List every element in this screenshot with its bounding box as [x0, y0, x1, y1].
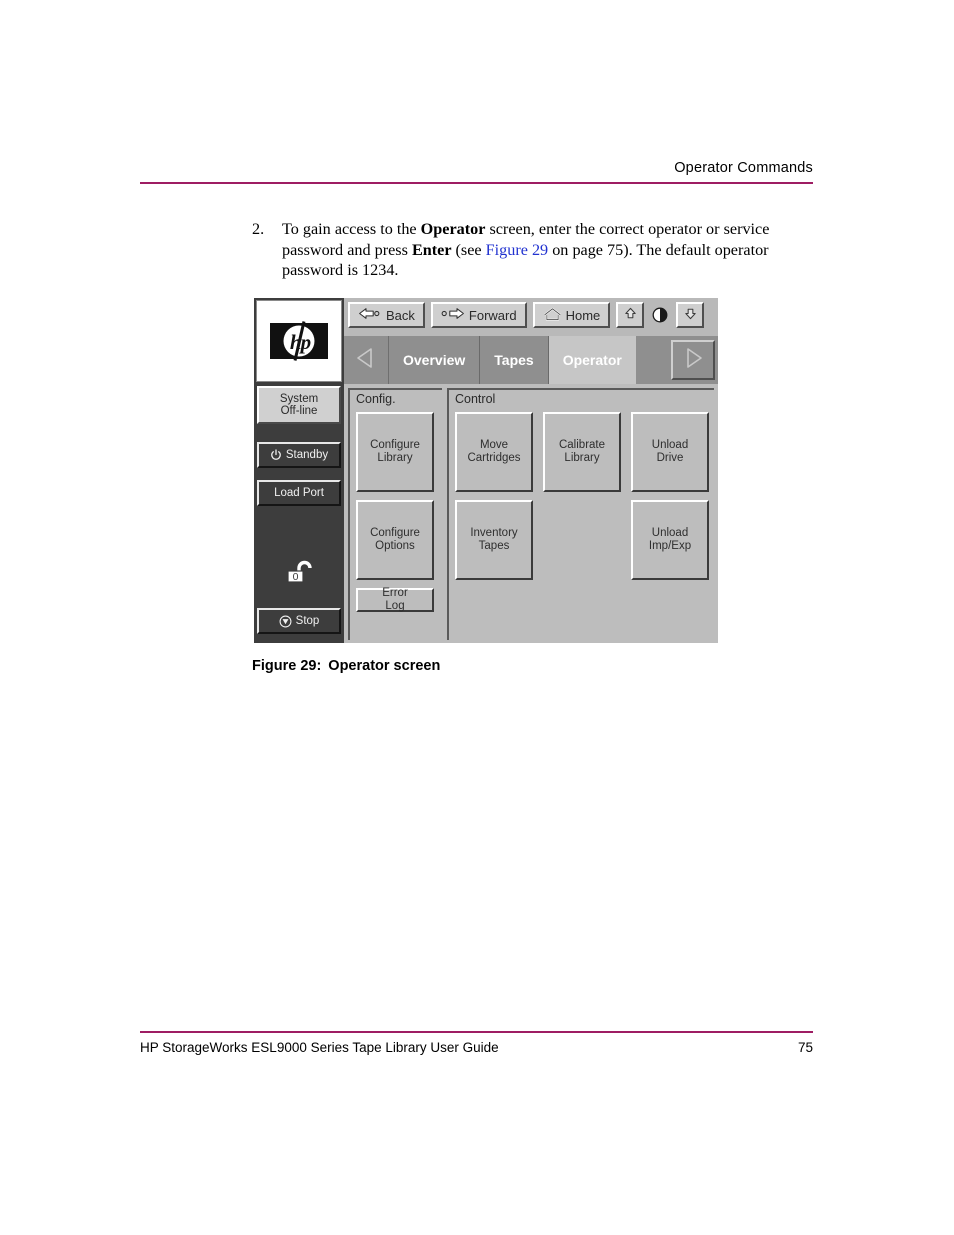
unload-drive-line1: Unload	[651, 439, 689, 451]
home-button-label: Home	[565, 307, 601, 323]
brightness-up-button[interactable]	[616, 302, 645, 328]
power-icon	[270, 449, 282, 461]
figure-caption-label: Figure 29:	[252, 658, 322, 674]
unload-imp-exp-line2: Imp/Exp	[648, 540, 692, 552]
brightness-down-button[interactable]	[676, 302, 705, 328]
arrow-down-icon	[683, 306, 698, 324]
back-button-label: Back	[386, 307, 415, 323]
page-header: Operator Commands	[140, 160, 813, 184]
back-button[interactable]: Back	[348, 302, 425, 328]
unload-drive-button[interactable]: Unload Drive	[631, 412, 709, 492]
configure-options-button[interactable]: Configure Options	[356, 500, 434, 580]
load-port-button[interactable]: Load Port	[257, 480, 341, 506]
move-cartridges-line2: Cartridges	[467, 452, 521, 464]
step-item: 2. To gain access to the Operator screen…	[252, 219, 812, 281]
error-log-line2: Log	[385, 600, 405, 612]
stop-button-label: Stop	[295, 614, 320, 627]
tab-overview[interactable]: Overview	[389, 336, 481, 384]
tab-strip-spacer	[635, 336, 671, 384]
error-log-button[interactable]: Error Log	[356, 587, 434, 612]
config-panel: Config. Configure Library Configure Opti…	[348, 388, 442, 640]
step-number: 2.	[252, 220, 265, 238]
standby-button[interactable]: Standby	[257, 442, 341, 468]
tab-operator-label: Operator	[562, 352, 622, 368]
hp-logo-wordmark: hp	[289, 329, 311, 354]
step-text: To gain access to the Operator screen, e…	[282, 219, 812, 281]
unload-imp-exp-line1: Unload	[651, 527, 689, 539]
configure-library-line2: Library	[377, 452, 413, 464]
calibrate-library-button[interactable]: Calibrate Library	[543, 412, 621, 492]
tab-overview-label: Overview	[403, 352, 466, 368]
stop-icon	[279, 615, 292, 628]
step-text-part-1: To gain access to the	[282, 220, 421, 238]
control-panel-buttons: Move Cartridges Calibrate Library Unload…	[455, 412, 714, 580]
standby-button-label: Standby	[285, 448, 329, 461]
inventory-tapes-button[interactable]: Inventory Tapes	[455, 500, 533, 580]
system-status-indicator: System Off-line	[257, 386, 341, 424]
arrow-left-icon	[358, 307, 382, 323]
header-rule	[140, 182, 813, 184]
unload-drive-line2: Drive	[656, 452, 684, 464]
triangle-left-icon	[353, 345, 379, 376]
library-tab-strip: Overview Tapes Operator	[344, 336, 718, 384]
tab-next-button[interactable]	[671, 340, 715, 380]
page-header-title: Operator Commands	[674, 160, 813, 176]
inventory-tapes-line2: Tapes	[478, 540, 510, 552]
config-panel-buttons: Configure Library Configure Options Erro…	[356, 412, 442, 612]
configure-options-line1: Configure	[370, 527, 420, 539]
library-sidebar: hp System Off-line Standby Load Port 0 S…	[254, 298, 344, 643]
triangle-right-icon	[680, 345, 706, 376]
svg-text:0: 0	[293, 571, 299, 583]
figure-cross-reference-link[interactable]: Figure 29	[486, 241, 549, 259]
figure-caption: Figure 29: Operator screen	[252, 658, 440, 674]
step-text-part-3: (see	[451, 240, 486, 259]
config-panel-title: Config.	[356, 392, 396, 406]
arrow-right-icon	[441, 307, 465, 323]
tab-tapes[interactable]: Tapes	[480, 336, 549, 384]
hp-logo: hp	[256, 300, 342, 382]
arrow-up-icon	[623, 306, 638, 324]
system-status-line2: Off-line	[280, 405, 318, 417]
inventory-tapes-line1: Inventory	[470, 527, 518, 539]
step-bold-operator: Operator	[420, 220, 486, 238]
tab-previous-button[interactable]	[344, 336, 389, 384]
configure-library-button[interactable]: Configure Library	[356, 412, 434, 492]
library-touchscreen-figure: hp System Off-line Standby Load Port 0 S…	[254, 298, 718, 643]
forward-button-label: Forward	[468, 307, 517, 323]
step-bold-enter: Enter	[411, 240, 452, 259]
hp-logo-mark: hp	[270, 321, 328, 361]
stop-button[interactable]: Stop	[257, 608, 341, 634]
tab-tapes-label: Tapes	[494, 352, 534, 368]
system-status-line1: System	[279, 392, 319, 405]
calibrate-library-line1: Calibrate	[558, 439, 606, 451]
control-panel-title: Control	[455, 392, 496, 406]
home-button[interactable]: Home	[532, 302, 611, 328]
configure-options-line2: Options	[375, 540, 415, 552]
footer-page-number: 75	[797, 1040, 813, 1055]
configure-library-line1: Configure	[370, 439, 420, 451]
calibrate-library-line2: Library	[564, 452, 600, 464]
page-footer: HP StorageWorks ESL9000 Series Tape Libr…	[140, 1031, 813, 1055]
library-toolbar: Back Forward Home	[344, 298, 718, 336]
home-icon	[543, 307, 562, 324]
move-cartridges-button[interactable]: Move Cartridges	[455, 412, 533, 492]
control-panel: Control Move Cartridges Calibrate Librar…	[447, 388, 714, 640]
operator-screen-content: Config. Configure Library Configure Opti…	[344, 384, 718, 643]
figure-caption-title: Operator screen	[328, 658, 441, 674]
error-log-line1: Error	[382, 587, 408, 599]
forward-button[interactable]: Forward	[430, 302, 527, 328]
footer-document-title: HP StorageWorks ESL9000 Series Tape Libr…	[140, 1040, 499, 1055]
tab-operator[interactable]: Operator	[548, 336, 636, 384]
contrast-icon	[650, 302, 670, 328]
unload-imp-exp-button[interactable]: Unload Imp/Exp	[631, 500, 709, 580]
load-port-button-label: Load Port	[274, 486, 324, 499]
unlocked-padlock-icon: 0	[254, 550, 344, 596]
move-cartridges-line1: Move	[479, 439, 509, 451]
